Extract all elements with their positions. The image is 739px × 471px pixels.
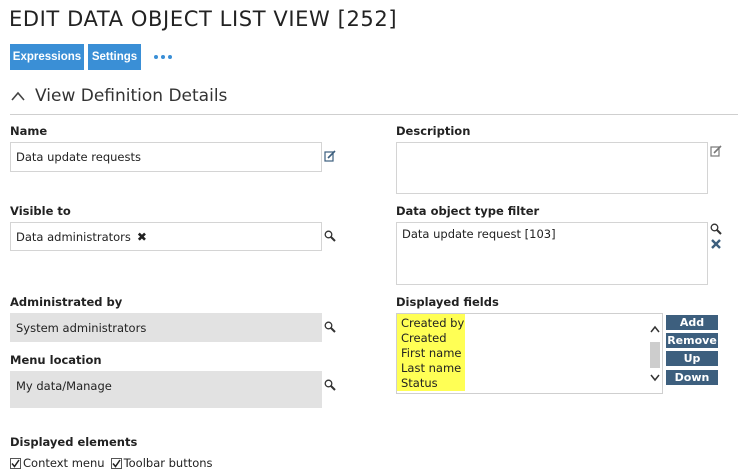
context-menu-label: Context menu <box>23 456 105 470</box>
scroll-thumb[interactable] <box>650 342 660 368</box>
visible-to-label: Visible to <box>10 204 71 218</box>
scroll-down-icon[interactable] <box>649 373 661 383</box>
clear-icon[interactable] <box>710 238 722 250</box>
displayed-elements-options: Context menu Toolbar buttons <box>10 456 213 470</box>
remove-field-button[interactable]: Remove <box>666 333 718 348</box>
settings-button[interactable]: Settings <box>88 44 141 70</box>
menu-location-label: Menu location <box>10 353 102 367</box>
type-filter-field[interactable]: Data update request [103] <box>396 222 708 285</box>
displayed-fields-label: Displayed fields <box>396 295 499 309</box>
move-up-button[interactable]: Up <box>666 351 718 366</box>
administrated-by-label: Administrated by <box>10 295 123 309</box>
visible-to-field[interactable]: Data administrators ✖ <box>10 222 322 251</box>
displayed-fields-list[interactable]: Created by Created First name Last name … <box>396 313 663 394</box>
list-item[interactable]: Last name <box>397 361 465 376</box>
edit-icon[interactable] <box>710 145 722 157</box>
list-item[interactable]: Status <box>397 376 465 391</box>
page-title: EDIT DATA OBJECT LIST VIEW [252] <box>9 7 398 31</box>
list-scrollbar[interactable] <box>649 318 661 390</box>
search-icon[interactable] <box>324 230 336 242</box>
section-divider <box>10 114 738 115</box>
type-filter-tag: Data update request [103] <box>402 227 556 241</box>
description-input[interactable] <box>396 142 708 194</box>
list-item[interactable]: Created <box>397 331 465 346</box>
ellipsis-icon[interactable] <box>152 49 174 65</box>
name-label: Name <box>10 124 48 138</box>
move-down-button[interactable]: Down <box>666 370 718 385</box>
administrated-by-value: System administrators <box>16 320 147 335</box>
add-field-button[interactable]: Add <box>666 315 718 330</box>
toolbar-buttons-checkbox[interactable] <box>110 457 122 469</box>
search-icon[interactable] <box>710 223 722 235</box>
toolbar-buttons-label: Toolbar buttons <box>123 456 213 470</box>
section-toggle[interactable]: View Definition Details <box>10 86 227 106</box>
visible-to-tag: Data administrators <box>16 229 131 244</box>
section-title: View Definition Details <box>35 86 228 106</box>
name-value: Data update requests <box>16 150 141 164</box>
administrated-by-field: System administrators <box>10 313 322 342</box>
search-icon[interactable] <box>324 321 336 333</box>
displayed-elements-label: Displayed elements <box>10 435 138 449</box>
search-icon[interactable] <box>324 379 336 391</box>
type-filter-label: Data object type filter <box>396 204 540 218</box>
menu-location-field: My data/Manage <box>10 371 322 408</box>
description-label: Description <box>396 124 471 138</box>
list-item[interactable]: First name <box>397 346 465 361</box>
name-input[interactable]: Data update requests <box>10 142 322 172</box>
menu-location-value: My data/Manage <box>16 379 112 393</box>
scroll-up-icon[interactable] <box>649 324 661 334</box>
remove-x-icon[interactable]: ✖ <box>137 230 147 244</box>
context-menu-checkbox[interactable] <box>10 457 21 469</box>
expressions-button[interactable]: Expressions <box>10 44 84 70</box>
list-item[interactable]: Created by <box>397 316 465 331</box>
chevron-up-icon <box>11 91 25 101</box>
edit-icon[interactable] <box>324 150 336 162</box>
